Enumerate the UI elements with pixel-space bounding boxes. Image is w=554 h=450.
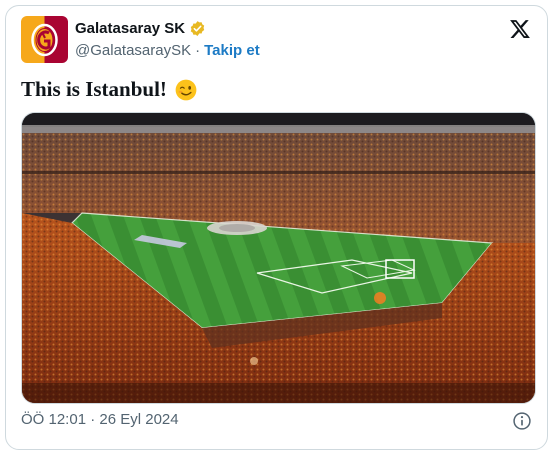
- galatasaray-logo-icon: [31, 23, 58, 57]
- handle-row: @GalatasaraySK · Takip et: [75, 42, 260, 59]
- account-name[interactable]: Galatasaray SK: [75, 20, 185, 37]
- account-name-row: Galatasaray SK: [75, 20, 206, 37]
- verified-badge-icon: [190, 21, 205, 36]
- tweet-card: Galatasaray SK @GalatasaraySK · Takip et…: [5, 5, 548, 450]
- stadium-photo: [22, 113, 535, 403]
- tweet-date[interactable]: 26 Eyl 2024: [99, 411, 178, 428]
- meta-separator: ·: [90, 411, 96, 428]
- follow-button[interactable]: Takip et: [204, 42, 260, 59]
- tweet-meta: ÖÖ 12:01 · 26 Eyl 2024: [21, 411, 179, 428]
- account-handle[interactable]: @GalatasaraySK: [75, 42, 191, 59]
- tweet-time[interactable]: ÖÖ 12:01: [21, 411, 86, 428]
- tweet-image[interactable]: [21, 112, 536, 404]
- info-icon[interactable]: [512, 411, 532, 431]
- handle-separator: ·: [195, 42, 201, 59]
- avatar[interactable]: [21, 16, 68, 63]
- tweet-text-row: This is Istanbul!: [21, 77, 197, 102]
- tweet-text: This is Istanbul!: [21, 77, 167, 101]
- winking-face-emoji-icon: [175, 79, 197, 100]
- x-logo-icon[interactable]: [509, 18, 531, 40]
